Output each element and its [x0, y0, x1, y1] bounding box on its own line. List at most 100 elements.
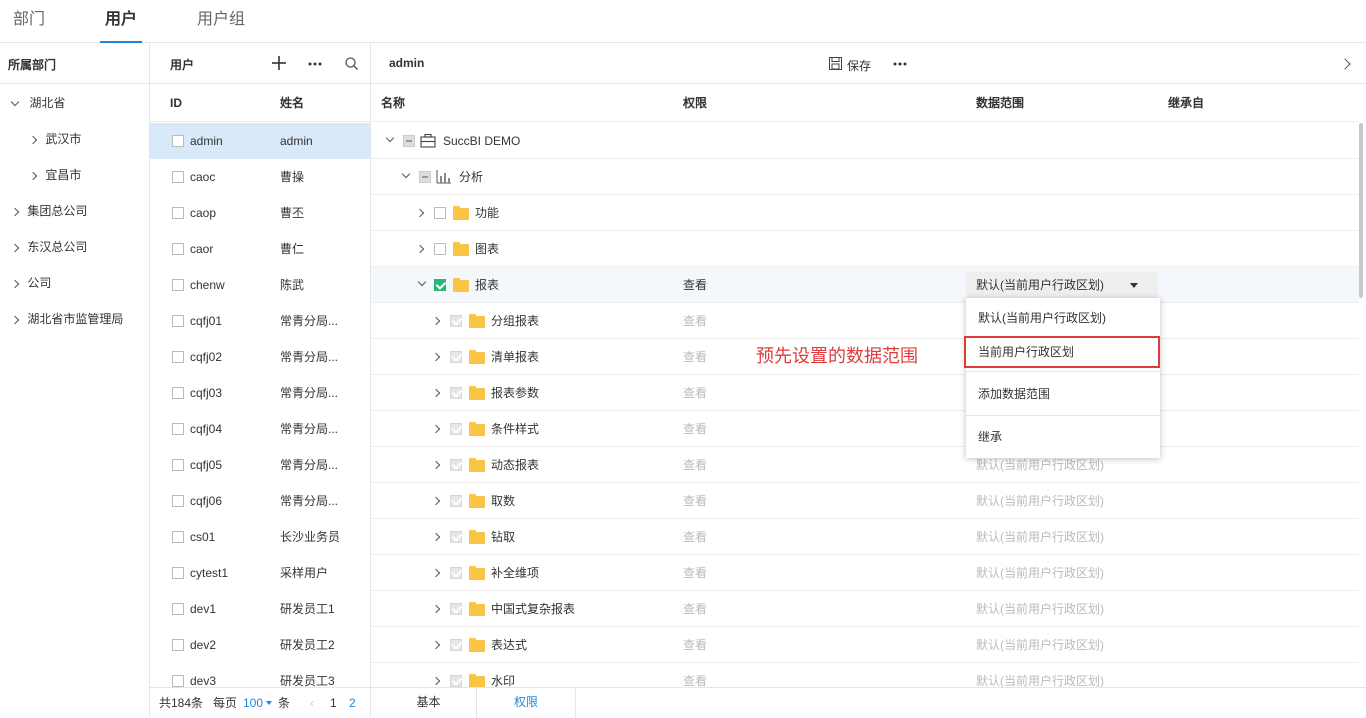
- chevron-right-icon[interactable]: [431, 532, 441, 542]
- user-row[interactable]: dev2 研发员工2: [150, 627, 370, 663]
- chevron-right-icon[interactable]: [431, 460, 441, 470]
- row-checkbox[interactable]: [450, 639, 462, 651]
- vertical-scrollbar[interactable]: [1359, 123, 1363, 298]
- menu-item-inherit[interactable]: 继承: [966, 419, 1160, 455]
- dept-item-group-hq[interactable]: 集团总公司: [10, 193, 87, 229]
- row-checkbox[interactable]: [450, 459, 462, 471]
- row-checkbox[interactable]: [450, 567, 462, 579]
- permission-row[interactable]: 报表参数 查看: [371, 375, 1359, 411]
- chevron-right-icon[interactable]: [431, 640, 441, 650]
- user-row[interactable]: cqfj06 常青分局...: [150, 483, 370, 519]
- row-checkbox[interactable]: [450, 423, 462, 435]
- row-checkbox[interactable]: [172, 351, 184, 363]
- row-checkbox[interactable]: [419, 171, 431, 183]
- more-icon[interactable]: [308, 62, 322, 66]
- dept-item-yichang[interactable]: 宜昌市: [28, 157, 81, 193]
- chevron-right-icon[interactable]: [431, 388, 441, 398]
- row-checkbox[interactable]: [434, 279, 446, 291]
- caret-down-icon[interactable]: [266, 701, 272, 705]
- row-checkbox[interactable]: [172, 207, 184, 219]
- permission-row[interactable]: 钻取 查看 默认(当前用户行政区划): [371, 519, 1359, 555]
- permission-row[interactable]: 功能: [371, 195, 1359, 231]
- row-checkbox[interactable]: [172, 171, 184, 183]
- user-row[interactable]: cqfj04 常青分局...: [150, 411, 370, 447]
- permission-row[interactable]: 报表 查看 默认(当前用户行政区划): [371, 267, 1359, 303]
- permission-row[interactable]: 分析: [371, 159, 1359, 195]
- page-1[interactable]: 1: [330, 688, 337, 718]
- user-row[interactable]: dev1 研发员工1: [150, 591, 370, 627]
- permission-row[interactable]: 取数 查看 默认(当前用户行政区划): [371, 483, 1359, 519]
- prev-page-icon[interactable]: ‹: [310, 688, 314, 718]
- chevron-right-icon[interactable]: [10, 279, 20, 289]
- user-row[interactable]: cqfj02 常青分局...: [150, 339, 370, 375]
- chevron-right-icon[interactable]: [431, 604, 441, 614]
- row-checkbox[interactable]: [403, 135, 415, 147]
- chevron-right-icon[interactable]: [431, 676, 441, 686]
- chevron-right-icon[interactable]: [415, 208, 425, 218]
- row-checkbox[interactable]: [172, 423, 184, 435]
- dept-item-hubei-bureau[interactable]: 湖北省市监管理局: [10, 301, 123, 337]
- dept-item-hubei[interactable]: 湖北省: [10, 85, 65, 121]
- tab-basic[interactable]: 基本: [381, 688, 476, 718]
- row-checkbox[interactable]: [172, 531, 184, 543]
- user-row[interactable]: cqfj01 常青分局...: [150, 303, 370, 339]
- permission-row[interactable]: 表达式 查看 默认(当前用户行政区划): [371, 627, 1359, 663]
- chevron-right-icon[interactable]: [10, 207, 20, 217]
- caret-down-icon[interactable]: [1130, 283, 1138, 288]
- row-checkbox[interactable]: [450, 495, 462, 507]
- chevron-right-icon[interactable]: [431, 352, 441, 362]
- row-checkbox[interactable]: [172, 279, 184, 291]
- row-checkbox[interactable]: [434, 243, 446, 255]
- chevron-right-icon[interactable]: [431, 424, 441, 434]
- row-checkbox[interactable]: [450, 603, 462, 615]
- user-row[interactable]: dev3 研发员工3: [150, 663, 370, 687]
- row-checkbox[interactable]: [172, 675, 184, 687]
- permission-row[interactable]: 动态报表 查看 默认(当前用户行政区划): [371, 447, 1359, 483]
- user-row[interactable]: chenw 陈武: [150, 267, 370, 303]
- save-button[interactable]: 保存: [847, 57, 871, 74]
- chevron-down-icon[interactable]: [385, 133, 395, 143]
- dept-item-wuhan[interactable]: 武汉市: [28, 121, 81, 157]
- chevron-right-icon[interactable]: [415, 244, 425, 254]
- dept-item-company[interactable]: 公司: [10, 265, 51, 301]
- page-2[interactable]: 2: [349, 688, 356, 718]
- permission-row[interactable]: 补全维项 查看 默认(当前用户行政区划): [371, 555, 1359, 591]
- row-checkbox[interactable]: [450, 387, 462, 399]
- chevron-right-icon[interactable]: [28, 135, 38, 145]
- collapse-panel-icon[interactable]: [1339, 58, 1351, 70]
- user-row[interactable]: caop 曹丕: [150, 195, 370, 231]
- row-checkbox[interactable]: [450, 315, 462, 327]
- search-icon[interactable]: [345, 57, 358, 70]
- menu-item-default-scope[interactable]: 默认(当前用户行政区划): [966, 300, 1160, 336]
- row-checkbox[interactable]: [172, 387, 184, 399]
- user-row[interactable]: caor 曹仁: [150, 231, 370, 267]
- row-checkbox[interactable]: [172, 603, 184, 615]
- row-checkbox[interactable]: [172, 243, 184, 255]
- tab-users[interactable]: 用户: [100, 0, 142, 43]
- add-icon[interactable]: [272, 56, 286, 70]
- row-checkbox[interactable]: [172, 567, 184, 579]
- chevron-down-icon[interactable]: [401, 169, 411, 179]
- tab-permissions[interactable]: 权限: [476, 688, 576, 718]
- chevron-right-icon[interactable]: [431, 568, 441, 578]
- chevron-down-icon[interactable]: [417, 277, 427, 287]
- tab-department[interactable]: 部门: [13, 0, 45, 43]
- user-row[interactable]: cqfj05 常青分局...: [150, 447, 370, 483]
- row-checkbox[interactable]: [172, 639, 184, 651]
- user-row[interactable]: admin admin: [150, 123, 370, 159]
- chevron-down-icon[interactable]: [10, 97, 20, 107]
- permission-row[interactable]: 条件样式 查看: [371, 411, 1359, 447]
- per-page-select[interactable]: 100: [243, 688, 263, 718]
- row-checkbox[interactable]: [172, 459, 184, 471]
- more-icon[interactable]: [893, 62, 907, 66]
- row-checkbox[interactable]: [450, 531, 462, 543]
- menu-item-add-scope[interactable]: 添加数据范围: [966, 376, 1160, 412]
- user-row[interactable]: cs01 长沙业务员: [150, 519, 370, 555]
- permission-row[interactable]: 图表: [371, 231, 1359, 267]
- tab-user-groups[interactable]: 用户组: [197, 0, 245, 43]
- chevron-right-icon[interactable]: [431, 316, 441, 326]
- row-checkbox[interactable]: [450, 675, 462, 687]
- permission-row[interactable]: SuccBI DEMO: [371, 123, 1359, 159]
- dept-item-donghan-hq[interactable]: 东汉总公司: [10, 229, 87, 265]
- user-row[interactable]: caoc 曹操: [150, 159, 370, 195]
